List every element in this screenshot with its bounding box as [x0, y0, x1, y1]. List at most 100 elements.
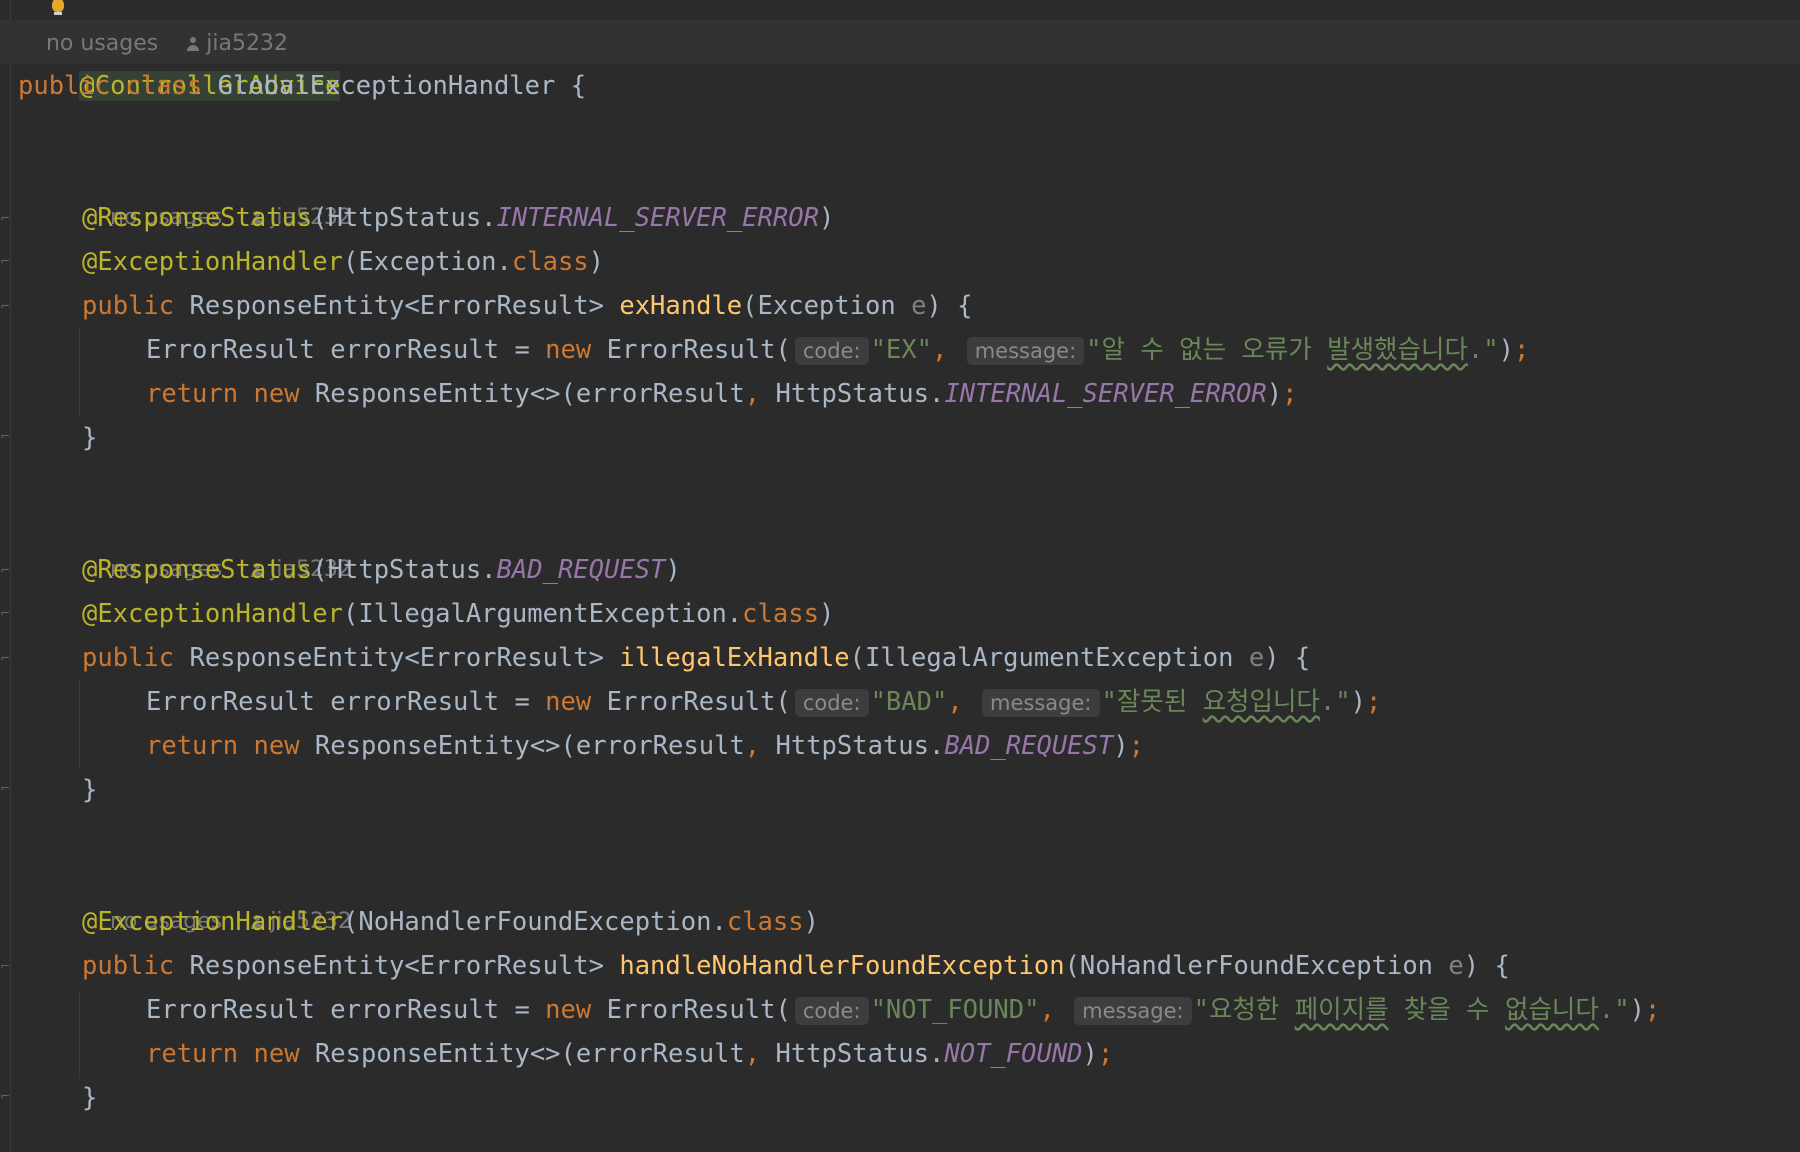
brace: { [570, 71, 587, 101]
fold-marker-icon[interactable]: ⌐ [0, 564, 12, 576]
typo-marked-text[interactable]: 없습니다 [1505, 995, 1599, 1025]
code-text: ) { [926, 291, 973, 321]
code-text: ) [665, 555, 681, 585]
typo-marked-text[interactable]: 페이지를 [1295, 995, 1389, 1025]
fold-marker-icon[interactable]: ⌐ [0, 255, 12, 267]
code-text: ResponseEntity<>(errorResult [299, 1039, 745, 1069]
fold-marker-icon[interactable]: ⌐ [0, 212, 12, 224]
string-literal: "요청한 [1193, 995, 1295, 1025]
punctuation: ; [1644, 995, 1661, 1025]
typo-marked-text[interactable]: 요청입니다 [1203, 687, 1320, 717]
string-literal: "잘못된 [1101, 687, 1203, 717]
lightbulb-base [54, 12, 62, 15]
keyword: return [146, 1039, 239, 1069]
code-vision-hint[interactable]: no usages jia5232 [18, 152, 352, 230]
code-text: ErrorResult( [591, 995, 791, 1025]
method-name: illegalExHandle [619, 643, 850, 673]
code-text: ErrorResult( [591, 687, 791, 717]
punctuation: , [1039, 995, 1055, 1025]
code-text: ) [803, 907, 819, 937]
parameter-hint: message: [1074, 997, 1192, 1025]
annotation: @ExceptionHandler [82, 247, 343, 277]
code-text: (IllegalArgumentException [849, 643, 1249, 673]
fold-marker-icon[interactable]: ⌐ [0, 652, 12, 664]
keyword: new [253, 731, 300, 761]
parameter-hint: code: [794, 997, 869, 1025]
punctuation: ; [1128, 731, 1144, 761]
code-text: ) { [1463, 951, 1510, 981]
string-literal: 찾을 수 [1388, 995, 1505, 1025]
code-line: } [18, 768, 97, 812]
fold-marker-icon[interactable]: ⌐ [0, 430, 12, 442]
keyword: public [18, 71, 111, 101]
class-name: GlobalExceptionHandler [217, 71, 556, 101]
code-text: ErrorResult errorResult = [146, 995, 546, 1025]
code-text: ) { [1264, 643, 1311, 673]
code-vision-hint[interactable]: no usages jia5232 [18, 856, 352, 934]
punctuation: ; [1365, 687, 1382, 717]
annotation: @ResponseStatus [82, 203, 313, 233]
code-line: public ResponseEntity<ErrorResult> exHan… [18, 284, 972, 328]
code-line: ErrorResult errorResult = new ErrorResul… [18, 680, 1381, 724]
keyword: return [146, 379, 239, 409]
code-text: ResponseEntity<ErrorResult> [174, 291, 620, 321]
parameter-hint: code: [794, 689, 869, 717]
code-text: HttpStatus. [760, 731, 945, 761]
editor-gutter: ⌐ ⌐ ⌐ ⌐ ⌐ ⌐ ⌐ ⌐ ⌐ ⌐ [0, 0, 11, 1152]
code-text: (NoHandlerFoundException [1064, 951, 1449, 981]
code-line: public ResponseEntity<ErrorResult> illeg… [18, 636, 1310, 680]
punctuation: , [744, 731, 761, 761]
fold-marker-icon[interactable]: ⌐ [0, 607, 12, 619]
code-line: @ResponseStatus(HttpStatus.BAD_REQUEST) [18, 548, 681, 592]
code-text: (HttpStatus. [312, 203, 497, 233]
string-literal: "BAD" [870, 687, 948, 717]
constant: INTERNAL_SERVER_ERROR [944, 379, 1267, 409]
code-text: HttpStatus. [760, 1039, 945, 1069]
code-text: ) [1113, 731, 1129, 761]
code-line: ErrorResult errorResult = new ErrorResul… [18, 328, 1529, 372]
keyword: class [742, 599, 819, 629]
typo-marked-text[interactable]: 발생했습니다 [1327, 335, 1468, 365]
code-line: public class GlobalExceptionHandler { [18, 64, 586, 108]
code-line: @ExceptionHandler(NoHandlerFoundExceptio… [18, 900, 819, 944]
code-line: ErrorResult errorResult = new ErrorResul… [18, 988, 1660, 1032]
code-text: ) [1350, 687, 1366, 717]
lightbulb-icon[interactable] [52, 0, 64, 12]
code-text: (IllegalArgumentException. [343, 599, 743, 629]
keyword: class [511, 247, 589, 277]
code-text: (Exception [742, 291, 912, 321]
constant: INTERNAL_SERVER_ERROR [496, 203, 819, 233]
code-text: ErrorResult( [591, 335, 791, 365]
parameter-hint: message: [982, 689, 1100, 717]
code-text: ) [588, 247, 605, 277]
code-editor[interactable]: no usages jia5232 @ControllerAdvice publi… [18, 0, 1800, 1152]
code-text: ErrorResult errorResult = [146, 687, 546, 717]
code-line: return new ResponseEntity<>(errorResult,… [18, 724, 1144, 768]
keyword: new [545, 687, 592, 717]
parameter: e [1248, 643, 1265, 673]
code-line: @ExceptionHandler(Exception.class) [18, 240, 604, 284]
string-literal: ." [1467, 335, 1499, 365]
fold-marker-icon[interactable]: ⌐ [0, 960, 12, 972]
keyword: public [82, 291, 175, 321]
keyword: new [545, 995, 592, 1025]
keyword: new [545, 335, 592, 365]
code-line: return new ResponseEntity<>(errorResult,… [18, 372, 1297, 416]
code-vision-hint[interactable]: no usages jia5232 [18, 504, 352, 582]
method-name: exHandle [619, 291, 743, 321]
punctuation: , [947, 687, 963, 717]
parameter: e [1448, 951, 1464, 981]
code-text: ) [1266, 379, 1283, 409]
parameter-hint: code: [794, 337, 869, 365]
fold-marker-icon[interactable]: ⌐ [0, 782, 12, 794]
brace: } [82, 1083, 98, 1113]
fold-marker-icon[interactable]: ⌐ [0, 1090, 12, 1102]
string-literal: "EX" [870, 335, 932, 365]
code-line: @ControllerAdvice [18, 20, 341, 101]
annotation: @ExceptionHandler [82, 599, 343, 629]
code-text: (NoHandlerFoundException. [343, 907, 727, 937]
fold-marker-icon[interactable]: ⌐ [0, 300, 12, 312]
method-name: handleNoHandlerFoundException [619, 951, 1065, 981]
code-text: ) [818, 203, 835, 233]
punctuation: , [744, 379, 761, 409]
